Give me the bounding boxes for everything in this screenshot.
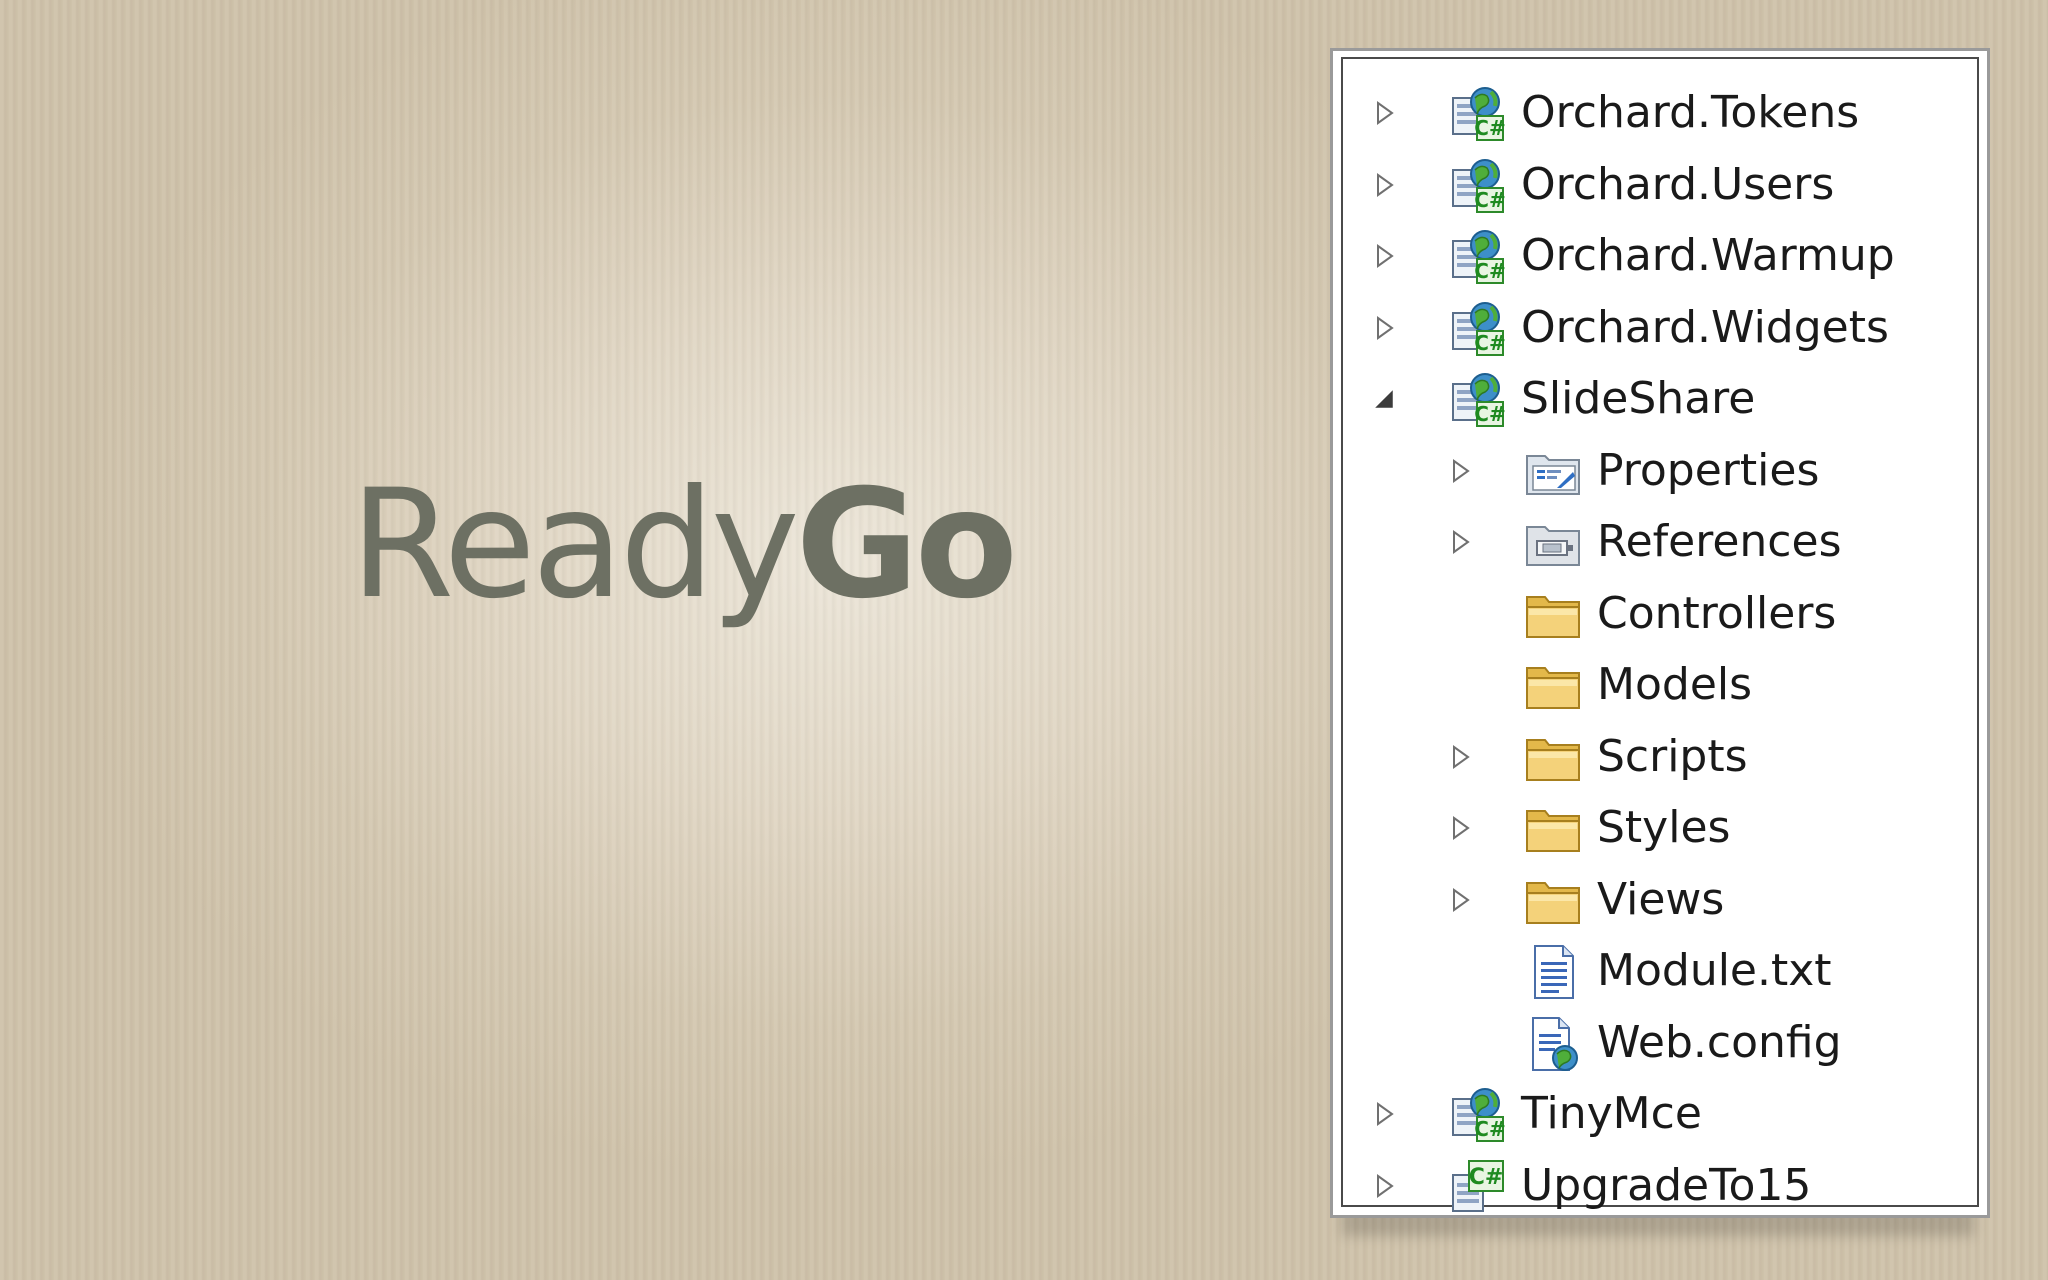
- csharp-web-project-icon: C#: [1447, 156, 1507, 216]
- svg-text:C#: C#: [1474, 259, 1505, 283]
- folder-icon: [1523, 656, 1583, 716]
- tree-item-tinymce[interactable]: C# TinyMce: [1343, 1078, 1977, 1149]
- tree-item-label: Styles: [1597, 802, 1731, 853]
- tree-item-properties[interactable]: Properties: [1343, 435, 1977, 506]
- tree-item-orchard-widgets[interactable]: C# Orchard.Widgets: [1343, 292, 1977, 363]
- tree-item-label: Orchard.Tokens: [1521, 87, 1860, 138]
- csharp-web-project-icon: C#: [1447, 84, 1507, 144]
- tree-item-upgradeto15[interactable]: C# UpgradeTo15: [1343, 1150, 1977, 1221]
- folder-icon: [1523, 799, 1583, 859]
- tree-item-web-config[interactable]: Web.config: [1343, 1007, 1977, 1078]
- tree-item-label: Models: [1597, 659, 1753, 710]
- collapsed-arrow-icon[interactable]: [1447, 458, 1473, 484]
- csharp-web-project-icon: C#: [1447, 299, 1507, 359]
- tree-item-label: UpgradeTo15: [1521, 1159, 1812, 1211]
- tree-item-orchard-tokens[interactable]: C# Orchard.Tokens: [1343, 77, 1977, 148]
- tree-item-references[interactable]: References: [1343, 506, 1977, 577]
- readygo-logo: ReadyGo: [350, 470, 1018, 620]
- tree-item-label: Orchard.Users: [1521, 158, 1835, 210]
- tree-item-label: TinyMce: [1521, 1088, 1702, 1139]
- svg-text:C#: C#: [1474, 116, 1505, 140]
- tree-item-controllers[interactable]: Controllers: [1343, 578, 1977, 649]
- svg-text:C#: C#: [1474, 188, 1505, 212]
- collapsed-arrow-icon[interactable]: [1371, 172, 1397, 198]
- collapsed-arrow-icon[interactable]: [1447, 744, 1473, 770]
- collapsed-arrow-icon[interactable]: [1371, 1101, 1397, 1127]
- config-file-icon: [1523, 1014, 1583, 1074]
- collapsed-arrow-icon[interactable]: [1371, 315, 1397, 341]
- folder-icon: [1523, 728, 1583, 788]
- svg-text:C#: C#: [1474, 331, 1505, 355]
- csharp-web-project-icon: C#: [1447, 1085, 1507, 1145]
- solution-tree: C# Orchard.Tokens C# Orchard.Users C# Or…: [1341, 57, 1979, 1212]
- collapsed-arrow-icon[interactable]: [1371, 1173, 1397, 1199]
- logo-text-go: Go: [795, 458, 1018, 632]
- references-icon: [1523, 513, 1583, 573]
- svg-text:C#: C#: [1469, 1165, 1504, 1190]
- folder-icon: [1523, 585, 1583, 645]
- text-file-icon: [1523, 942, 1583, 1002]
- folder-icon: [1523, 871, 1583, 931]
- tree-item-label: SlideShare: [1521, 373, 1756, 424]
- collapsed-arrow-icon[interactable]: [1371, 243, 1397, 269]
- tree-item-orchard-warmup[interactable]: C# Orchard.Warmup: [1343, 220, 1977, 291]
- tree-item-label: Orchard.Widgets: [1521, 301, 1889, 353]
- logo-text-ready: Ready: [350, 458, 800, 632]
- tree-item-label: Properties: [1597, 444, 1820, 496]
- tree-item-models[interactable]: Models: [1343, 649, 1977, 720]
- tree-item-views[interactable]: Views: [1343, 864, 1977, 935]
- tree-item-label: Scripts: [1597, 730, 1748, 782]
- tree-item-slideshare[interactable]: C# SlideShare: [1343, 363, 1977, 434]
- tree-item-orchard-users[interactable]: C# Orchard.Users: [1343, 149, 1977, 220]
- collapsed-arrow-icon[interactable]: [1447, 529, 1473, 555]
- tree-item-label: Web.config: [1597, 1016, 1842, 1068]
- tree-item-styles[interactable]: Styles: [1343, 792, 1977, 863]
- tree-item-label: Orchard.Warmup: [1521, 230, 1895, 281]
- properties-icon: [1523, 442, 1583, 502]
- tree-item-label: Views: [1597, 873, 1725, 925]
- tree-item-label: Module.txt: [1597, 945, 1832, 996]
- collapsed-arrow-icon[interactable]: [1447, 887, 1473, 913]
- csharp-web-project-icon: C#: [1447, 370, 1507, 430]
- solution-explorer-panel: C# Orchard.Tokens C# Orchard.Users C# Or…: [1330, 48, 1990, 1218]
- collapsed-arrow-icon[interactable]: [1447, 815, 1473, 841]
- tree-item-label: Controllers: [1597, 587, 1837, 639]
- svg-text:C#: C#: [1474, 1117, 1505, 1141]
- tree-item-scripts[interactable]: Scripts: [1343, 721, 1977, 792]
- tree-item-label: References: [1597, 516, 1842, 567]
- expanded-arrow-icon[interactable]: [1371, 386, 1397, 412]
- csharp-project-icon: C#: [1447, 1157, 1507, 1217]
- collapsed-arrow-icon[interactable]: [1371, 100, 1397, 126]
- svg-text:C#: C#: [1474, 402, 1505, 426]
- csharp-web-project-icon: C#: [1447, 227, 1507, 287]
- tree-item-module-txt[interactable]: Module.txt: [1343, 935, 1977, 1006]
